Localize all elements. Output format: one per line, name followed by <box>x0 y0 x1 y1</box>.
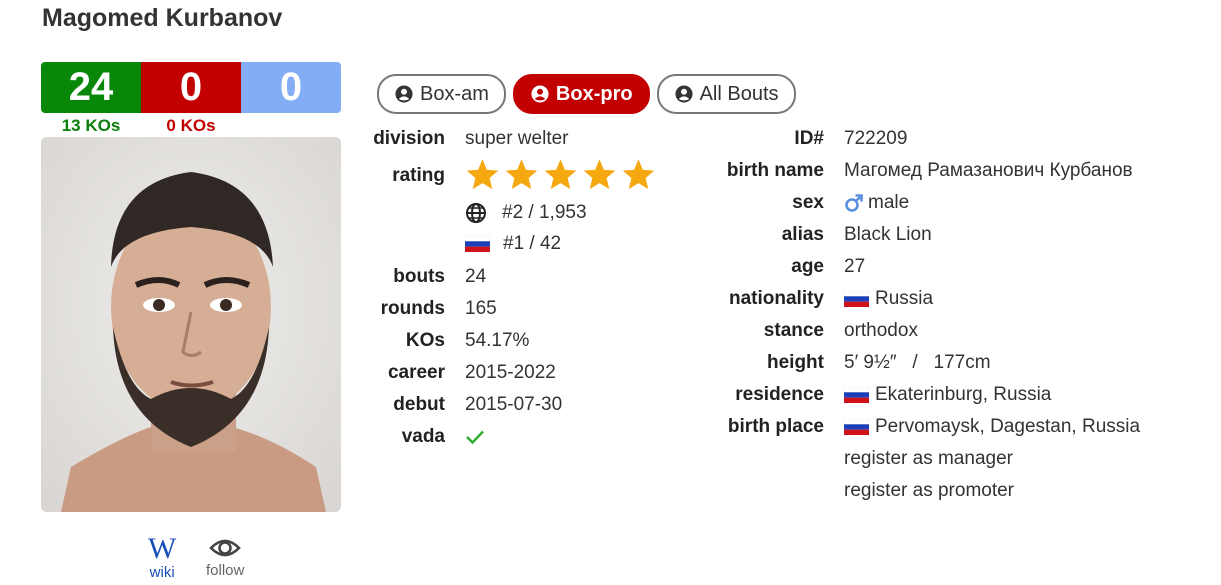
loss-kos: 0 KOs <box>166 116 216 135</box>
alias-value: Black Lion <box>844 224 932 245</box>
career-label: career <box>387 362 445 383</box>
id-value: 722209 <box>844 128 908 149</box>
kos-value: 54.17% <box>465 330 530 351</box>
follow-link[interactable]: follow <box>206 536 244 579</box>
stance-row: stance orthodox <box>580 320 918 342</box>
user-circle-icon <box>675 85 693 103</box>
birth-place-label: birth place <box>727 416 824 437</box>
star-icon <box>544 159 577 190</box>
birth-name-label: birth name <box>726 160 824 181</box>
register-promoter-row: register as promoter <box>580 480 1014 502</box>
birth-name-row: birth name Магомед Рамазанович Курбанов <box>580 160 1133 182</box>
debut-row: debut 2015-07-30 <box>345 394 562 416</box>
age-row: age 27 <box>580 256 865 278</box>
male-icon <box>845 194 863 212</box>
vada-row: vada <box>345 426 485 448</box>
id-row: ID# 722209 <box>580 128 907 150</box>
tab-box-am[interactable]: Box-am <box>377 74 506 114</box>
eye-icon <box>209 539 242 557</box>
nationality-value: Russia <box>875 288 934 309</box>
stance-label: stance <box>763 320 824 341</box>
sex-value: male <box>868 192 910 213</box>
world-rank: #2 / 1,953 <box>502 202 587 223</box>
rounds-label: rounds <box>380 298 445 319</box>
age-label: age <box>791 256 824 277</box>
rating-label: rating <box>392 165 445 186</box>
division-value: super welter <box>465 128 569 149</box>
tab-all-bouts[interactable]: All Bouts <box>656 74 796 114</box>
follow-label: follow <box>206 562 245 579</box>
tab-box-am-label: Box-am <box>420 82 489 105</box>
debut-label: debut <box>393 394 445 415</box>
user-circle-icon <box>395 85 413 103</box>
losses-count: 0 <box>141 62 241 113</box>
country-rank: #1 / 42 <box>503 233 562 254</box>
bouts-label: bouts <box>393 266 445 287</box>
wins-count: 24 <box>41 62 141 113</box>
rounds-value: 165 <box>465 298 497 319</box>
career-value: 2015-2022 <box>465 362 556 383</box>
world-rank-row: #2 / 1,953 <box>345 202 587 224</box>
alias-label: alias <box>781 224 824 245</box>
kos-label: KOs <box>405 330 445 351</box>
user-circle-icon <box>531 85 549 103</box>
wiki-label: wiki <box>149 564 175 581</box>
height-label: height <box>767 352 824 373</box>
birth-place-row: birth place Pervomaysk, Dagestan, Russia <box>580 416 1140 438</box>
id-label: ID# <box>794 128 824 149</box>
division-row: division super welter <box>345 128 569 150</box>
star-icon <box>466 159 499 190</box>
win-kos: 13 KOs <box>61 116 121 135</box>
draws-count: 0 <box>241 62 341 113</box>
russia-flag-icon <box>844 291 869 307</box>
residence-value: Ekaterinburg, Russia <box>875 384 1052 405</box>
kos-row: KOs 54.17% <box>345 330 530 352</box>
russia-flag-icon <box>844 387 869 403</box>
russia-flag-icon <box>465 236 490 252</box>
tab-all-bouts-label: All Bouts <box>699 82 779 105</box>
record-tabs: Box-am Box-pro All Bouts <box>377 74 796 114</box>
tab-box-pro[interactable]: Box-pro <box>512 74 650 114</box>
tab-box-pro-label: Box-pro <box>555 82 633 105</box>
stance-value: orthodox <box>844 320 918 341</box>
birth-place-value: Pervomaysk, Dagestan, Russia <box>875 416 1141 437</box>
alias-row: alias Black Lion <box>580 224 932 246</box>
career-row: career 2015-2022 <box>345 362 556 384</box>
debut-value: 2015-07-30 <box>465 394 563 415</box>
country-rank-row: #1 / 42 <box>345 233 561 255</box>
check-icon <box>466 430 484 445</box>
height-value: 5′ 9½″ / 177cm <box>844 352 991 373</box>
sex-row: sex male <box>580 192 909 214</box>
rounds-row: rounds 165 <box>345 298 497 320</box>
boxer-photo <box>41 137 341 512</box>
sex-label: sex <box>792 192 824 213</box>
birth-name-value: Магомед Рамазанович Курбанов <box>844 160 1133 181</box>
bouts-row: bouts 24 <box>345 266 486 288</box>
russia-flag-icon <box>844 419 869 435</box>
division-label: division <box>373 128 445 149</box>
register-promoter-link[interactable]: register as promoter <box>844 480 1014 502</box>
register-manager-row: register as manager <box>580 448 1013 470</box>
age-value: 27 <box>844 256 866 277</box>
bouts-value: 24 <box>465 266 487 287</box>
globe-icon <box>466 203 486 223</box>
nationality-row: nationality Russia <box>580 288 933 310</box>
record-box: 24 0 0 <box>41 62 341 113</box>
nationality-label: nationality <box>728 288 824 309</box>
residence-row: residence Ekaterinburg, Russia <box>580 384 1051 406</box>
star-icon <box>505 159 538 190</box>
height-row: height 5′ 9½″ / 177cm <box>580 352 991 374</box>
wikipedia-icon: W <box>148 532 177 565</box>
vada-label: vada <box>401 426 445 447</box>
register-manager-link[interactable]: register as manager <box>844 448 1013 470</box>
boxer-name: Magomed Kurbanov <box>42 4 283 32</box>
wiki-link[interactable]: W wiki <box>148 532 177 582</box>
residence-label: residence <box>735 384 824 405</box>
